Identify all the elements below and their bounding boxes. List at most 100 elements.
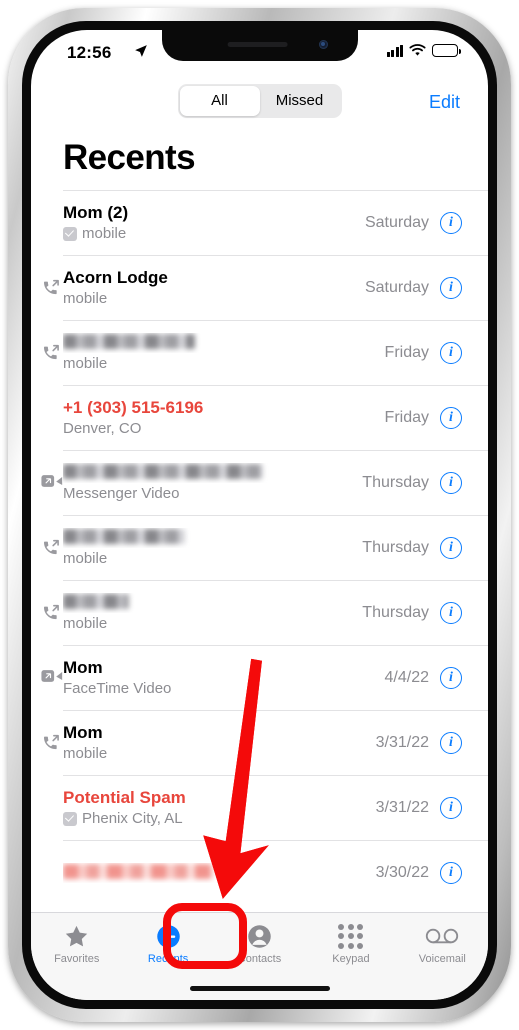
call-subtitle: mobile: [63, 549, 362, 568]
call-time: 3/30/22: [375, 864, 429, 881]
caller-name: Potential Spam: [63, 788, 186, 807]
info-button[interactable]: i: [440, 342, 462, 364]
call-subtitle-text: mobile: [82, 225, 127, 242]
info-button[interactable]: i: [440, 667, 462, 689]
outgoing-call-icon: [41, 733, 61, 753]
caller-name-line: [63, 463, 362, 483]
call-subtitle: mobile: [63, 289, 365, 308]
call-time: Thursday: [362, 474, 429, 491]
tab-label: Contacts: [237, 953, 282, 965]
location-arrow-icon: [134, 44, 148, 63]
info-button[interactable]: i: [440, 277, 462, 299]
notch: [161, 30, 358, 61]
call-row[interactable]: +1 (303) 515-6196 Denver, CO Friday i: [63, 385, 488, 450]
person-circle-icon: [214, 922, 305, 950]
caller-name-line: Acorn Lodge: [63, 268, 365, 288]
call-row-right: 4/4/22 i: [385, 667, 462, 689]
info-button[interactable]: i: [440, 407, 462, 429]
caller-name-line: Mom (2): [63, 203, 365, 223]
call-subtitle-text: Messenger Video: [63, 485, 180, 502]
checkbox-icon: [63, 811, 77, 826]
call-row-right: Friday i: [385, 342, 462, 364]
segment-all[interactable]: All: [179, 86, 260, 116]
caller-name-line: Potential Spam: [63, 788, 376, 808]
call-time: 3/31/22: [375, 734, 429, 751]
call-row[interactable]: Acorn Lodge mobile Saturday i: [44, 255, 488, 320]
recents-content: Recents Mom (2) mobile Saturday i Acorn Lodg…: [31, 128, 488, 1000]
caller-name: Mom: [63, 723, 103, 742]
edit-button[interactable]: Edit: [429, 92, 460, 113]
call-row[interactable]: 3/30/22 i: [63, 840, 488, 905]
page-title: Recents: [63, 138, 196, 177]
info-button[interactable]: i: [440, 602, 462, 624]
call-row[interactable]: Messenger Video Thursday i: [41, 450, 488, 515]
caller-name-line: Mom: [63, 658, 385, 678]
call-subtitle-text: mobile: [63, 550, 108, 567]
outgoing-call-icon: [41, 278, 61, 298]
tab-label: Voicemail: [418, 953, 466, 965]
outgoing-call-icon: [41, 538, 61, 558]
cellular-signal-icon: [386, 44, 403, 57]
caller-name-line: [63, 333, 385, 353]
battery-low-icon: [432, 44, 461, 57]
call-time: Saturday: [364, 214, 429, 231]
call-row-right: Saturday i: [365, 277, 462, 299]
call-row[interactable]: Potential Spam Phenix City, AL 3/31/22 i: [63, 775, 488, 840]
info-button[interactable]: i: [440, 212, 462, 234]
outgoing-call-icon: [41, 343, 61, 363]
call-row[interactable]: mobile Friday i: [44, 320, 488, 385]
call-row-main: +1 (303) 515-6196 Denver, CO: [63, 398, 385, 438]
nav-bar: All Missed Edit: [31, 76, 488, 128]
call-subtitle-text: FaceTime Video: [63, 680, 172, 697]
tab-label: Favorites: [54, 953, 100, 965]
call-subtitle: Phenix City, AL: [63, 809, 376, 828]
outgoing-video-icon: [41, 473, 63, 493]
call-row-main: Mom (2) mobile: [63, 203, 365, 243]
tab-favorites[interactable]: Favorites: [31, 922, 122, 965]
info-button[interactable]: i: [440, 732, 462, 754]
call-row-right: 3/31/22 i: [376, 732, 462, 754]
call-row-main: Mom FaceTime Video: [63, 658, 385, 698]
call-row-main: Mom mobile: [63, 723, 376, 763]
call-row-right: 3/31/22 i: [376, 797, 462, 819]
call-row[interactable]: Mom mobile 3/31/22 i: [44, 710, 488, 775]
wifi-icon: [409, 44, 426, 56]
star-icon: [31, 922, 122, 950]
tab-contacts[interactable]: Contacts: [214, 922, 305, 965]
info-button[interactable]: i: [440, 537, 462, 559]
recents-call-list[interactable]: Mom (2) mobile Saturday i Acorn Lodge mobile S…: [31, 190, 488, 905]
call-row-right: Thursday i: [362, 472, 462, 494]
info-button[interactable]: i: [440, 472, 462, 494]
info-button[interactable]: i: [440, 862, 462, 884]
call-row-right: Friday i: [385, 407, 462, 429]
info-button[interactable]: i: [440, 797, 462, 819]
call-time: Thursday: [362, 604, 429, 621]
tab-keypad[interactable]: Keypad: [305, 922, 396, 965]
caller-name-line: Mom: [63, 723, 376, 743]
caller-name: Mom: [63, 658, 103, 677]
tab-voicemail[interactable]: Voicemail: [397, 922, 488, 965]
call-row-main: mobile: [63, 333, 385, 373]
call-row[interactable]: Mom FaceTime Video 4/4/22 i: [41, 645, 488, 710]
iphone-device-frame: 12:56 All Missed Edit Recents Mom (2) mo…: [8, 8, 511, 1022]
call-row-main: mobile: [63, 528, 362, 568]
keypad-dots-icon: [305, 922, 396, 950]
call-subtitle: Denver, CO: [63, 419, 385, 438]
call-row-main: Acorn Lodge mobile: [63, 268, 365, 308]
redacted-caller-name: [63, 864, 213, 879]
tab-label: Keypad: [332, 953, 370, 965]
tab-recents[interactable]: Recents: [122, 922, 213, 965]
call-row-main: [63, 863, 376, 883]
call-row[interactable]: mobile Thursday i: [44, 515, 488, 580]
call-row[interactable]: Mom (2) mobile Saturday i: [63, 190, 488, 255]
home-indicator[interactable]: [189, 986, 330, 991]
segment-missed[interactable]: Missed: [260, 86, 340, 116]
earpiece-speaker: [227, 42, 288, 47]
filter-segmented-control[interactable]: All Missed: [177, 84, 342, 118]
front-camera-icon: [318, 40, 328, 49]
call-row-main: Messenger Video: [63, 463, 362, 503]
call-subtitle: mobile: [63, 744, 376, 763]
call-time: 3/31/22: [375, 799, 429, 816]
call-subtitle-text: mobile: [63, 355, 108, 372]
call-row[interactable]: mobile Thursday i: [44, 580, 488, 645]
